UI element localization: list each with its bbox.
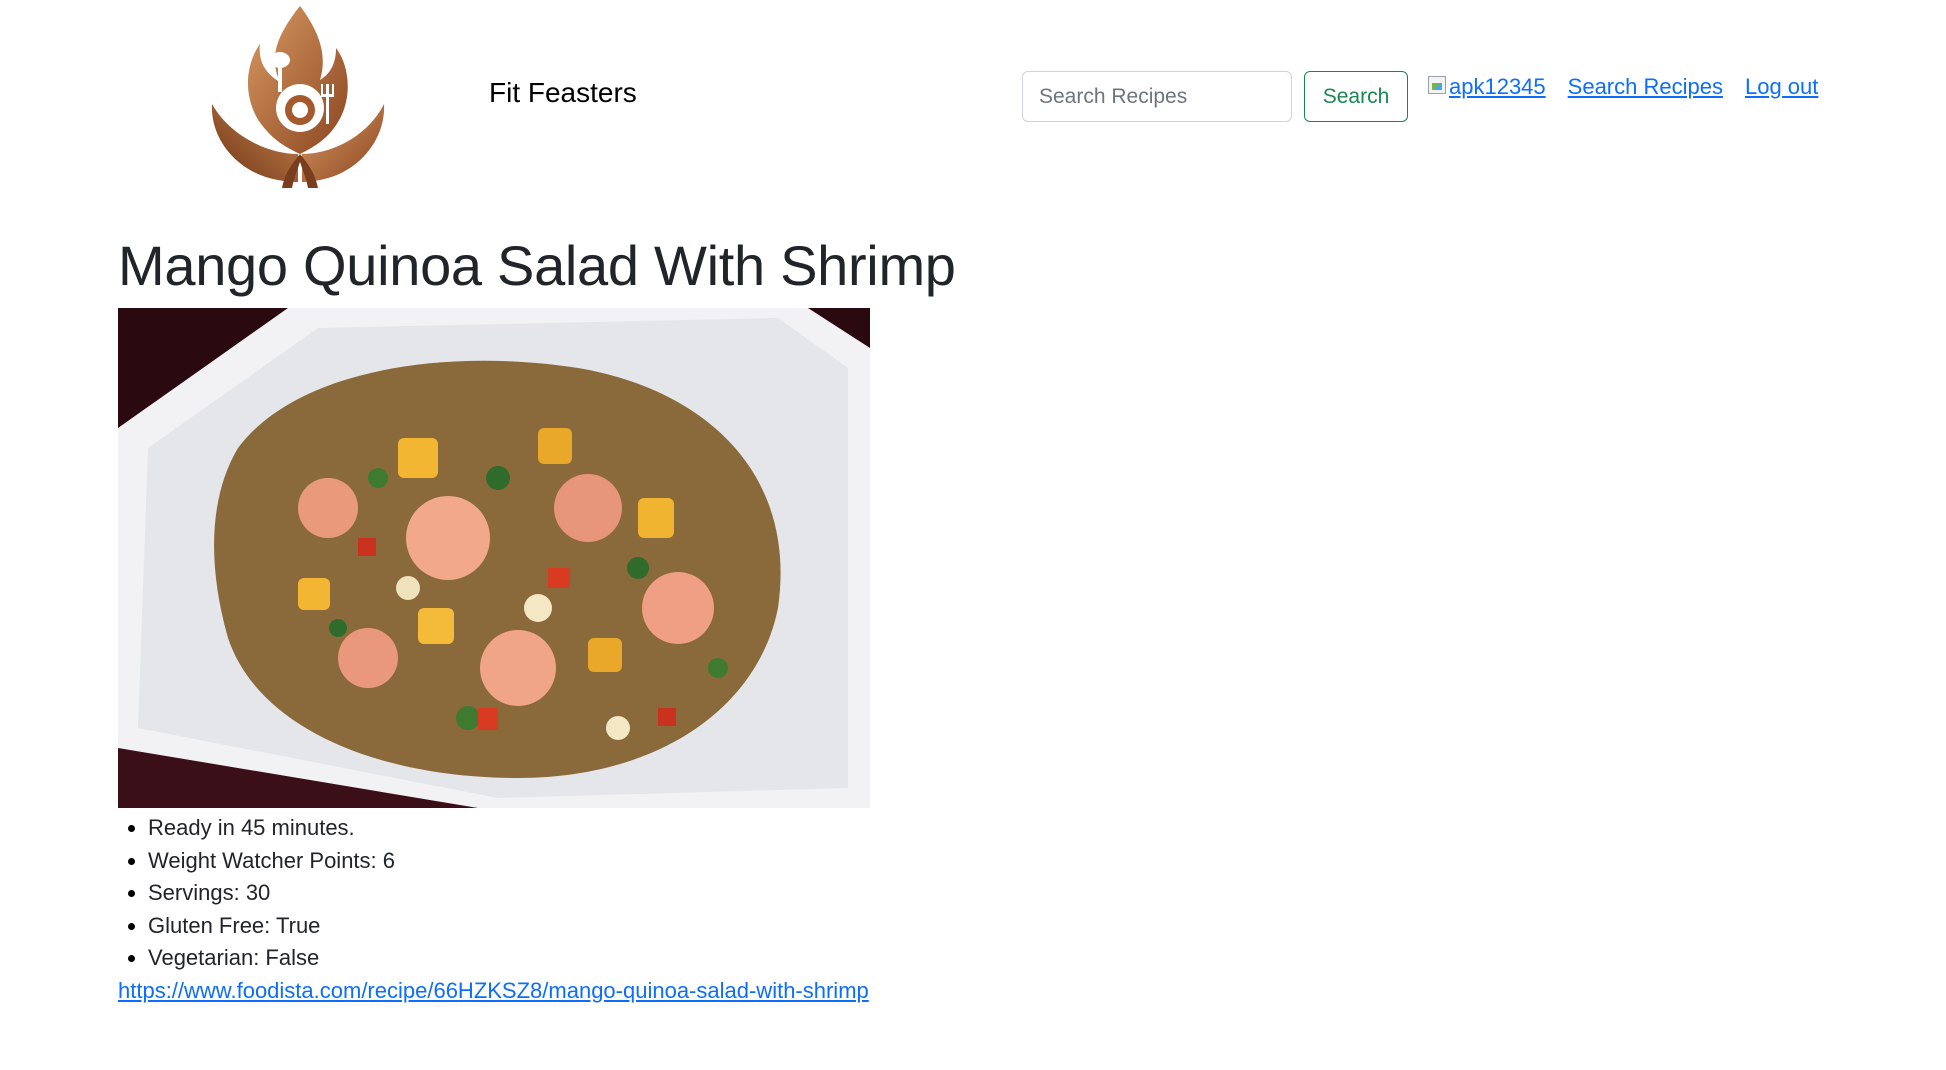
- recipe-title: Mango Quinoa Salad With Shrimp: [118, 234, 956, 297]
- profile-image-alt-text: apk12345: [1449, 74, 1546, 99]
- detail-gluten-free: Gluten Free: True: [148, 910, 1218, 943]
- salad-photo: [118, 308, 870, 808]
- nav-log-out-link[interactable]: Log out: [1745, 74, 1818, 100]
- recipe-detail: Mango Quinoa Salad With Shrimp • Ready i…: [118, 230, 1218, 1007]
- detail-ww-points: Weight Watcher Points: 6: [148, 845, 1218, 878]
- top-navbar: Fit Feasters Search apk12345 Search Reci…: [0, 0, 1946, 200]
- nav-search-recipes-link[interactable]: Search Recipes: [1568, 74, 1723, 100]
- recipe-image: [118, 308, 870, 808]
- detail-ready-time: Ready in 45 minutes.: [148, 812, 1218, 845]
- nav-links: apk12345 Search Recipes Log out: [1428, 74, 1840, 100]
- search-input[interactable]: [1022, 71, 1292, 122]
- recipe-details-list: Ready in 45 minutes. Weight Watcher Poin…: [118, 812, 1218, 975]
- broken-image-icon: [1428, 76, 1446, 94]
- profile-link[interactable]: apk12345: [1428, 74, 1546, 100]
- recipe-source-link[interactable]: https://www.foodista.com/recipe/66HZKSZ8…: [118, 975, 1218, 1007]
- detail-servings: Servings: 30: [148, 877, 1218, 910]
- brand-logo[interactable]: [208, 4, 388, 189]
- brand-name[interactable]: Fit Feasters: [489, 76, 637, 110]
- detail-vegetarian: Vegetarian: False: [148, 942, 1218, 975]
- search-button[interactable]: Search: [1304, 71, 1408, 122]
- flame-leaf-chef-logo-icon: [211, 6, 385, 188]
